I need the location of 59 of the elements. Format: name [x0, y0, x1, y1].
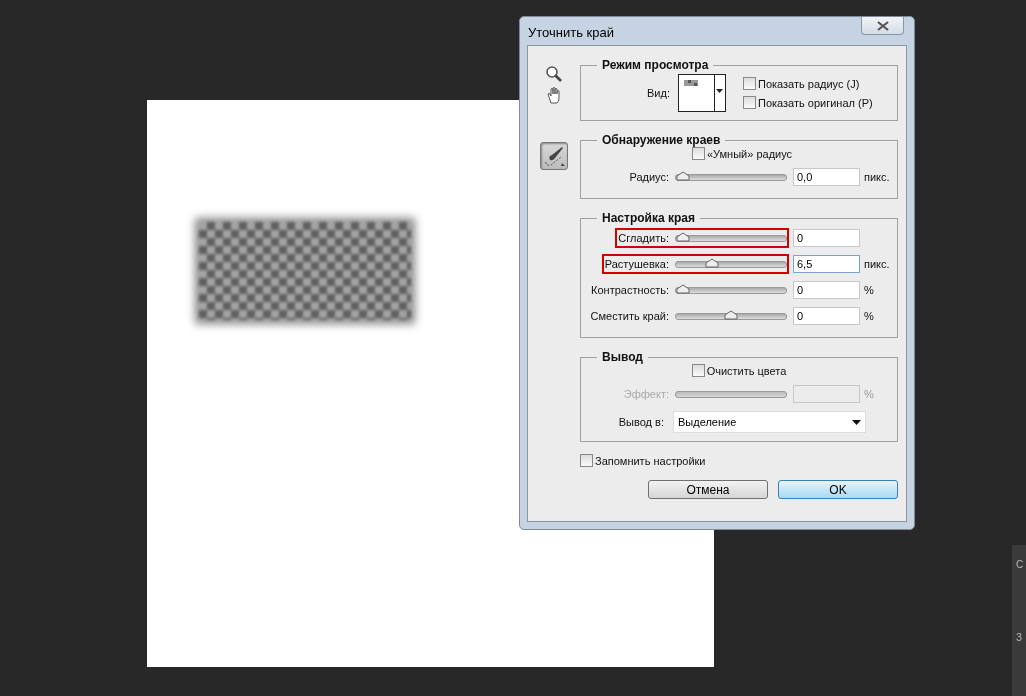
- slider-track[interactable]: [675, 234, 787, 242]
- checkbox[interactable]: [743, 77, 756, 90]
- output-dropdown[interactable]: Выделение: [673, 411, 866, 433]
- window-title: Уточнить край: [528, 25, 614, 40]
- group-title: Обнаружение краев: [601, 133, 722, 147]
- dialog-button[interactable]: Отмена: [648, 480, 768, 499]
- slider-label: Сместить край:: [590, 310, 669, 322]
- panel-label: З: [1015, 632, 1024, 643]
- caret-icon: [716, 89, 723, 93]
- brush-tool-button[interactable]: [540, 142, 568, 170]
- value-field[interactable]: 0: [793, 281, 860, 299]
- checkbox-label: «Умный» радиус: [706, 147, 793, 160]
- slider-thumb[interactable]: [704, 257, 719, 268]
- slider-thumb[interactable]: [676, 231, 690, 242]
- hand-icon: [546, 85, 562, 105]
- close-button[interactable]: [861, 17, 904, 35]
- slider-track[interactable]: [675, 173, 787, 181]
- slider-label: Сгладить:: [618, 232, 669, 244]
- close-icon: [876, 20, 889, 31]
- slider-thumb[interactable]: [676, 170, 690, 181]
- value-field: [793, 385, 860, 403]
- value-field[interactable]: 0: [793, 307, 860, 325]
- slider-thumb[interactable]: [676, 283, 690, 294]
- value-field[interactable]: 0,0: [793, 168, 860, 186]
- checkbox[interactable]: [691, 147, 705, 160]
- output-label: Вывод в:: [618, 416, 664, 428]
- checkbox-label: Запомнить настройки: [595, 454, 706, 467]
- group-title: Вывод: [601, 350, 644, 364]
- slider-label: Эффект:: [623, 388, 669, 400]
- slider-track[interactable]: [675, 260, 787, 268]
- slider-label: Контрастность:: [591, 284, 669, 296]
- view-mode-dropdown[interactable]: [678, 74, 726, 112]
- group-title: Настройка края: [601, 211, 696, 225]
- value-field[interactable]: 0: [793, 229, 860, 247]
- search-icon: [545, 65, 563, 83]
- checkbox[interactable]: [580, 454, 593, 467]
- slider-track[interactable]: [675, 312, 787, 320]
- caret-icon: [852, 419, 861, 425]
- unit-label: пикс.: [864, 258, 890, 270]
- checkbox-label: Показать радиус (J): [758, 77, 860, 90]
- view-label: Вид:: [646, 87, 670, 99]
- preview-thumbnail-icon: [684, 80, 698, 86]
- slider-thumb[interactable]: [724, 309, 738, 320]
- checkbox-label: Показать оригинал (P): [758, 96, 873, 109]
- slider-label: Радиус:: [629, 171, 669, 183]
- checkbox-label: Очистить цвета: [706, 364, 787, 377]
- group-title: Режим просмотра: [601, 58, 710, 72]
- slider-track[interactable]: [675, 286, 787, 294]
- panel-label: С: [1015, 559, 1025, 570]
- unit-label: %: [864, 388, 874, 400]
- brush-icon: [542, 144, 566, 168]
- value-field[interactable]: 6,5: [793, 255, 860, 273]
- unit-label: пикс.: [864, 171, 890, 183]
- checkbox[interactable]: [691, 364, 705, 377]
- slider-label: Растушевка:: [604, 258, 669, 270]
- unit-label: %: [864, 284, 874, 296]
- checkbox[interactable]: [743, 96, 756, 109]
- unit-label: %: [864, 310, 874, 322]
- dialog-button[interactable]: OK: [778, 480, 898, 499]
